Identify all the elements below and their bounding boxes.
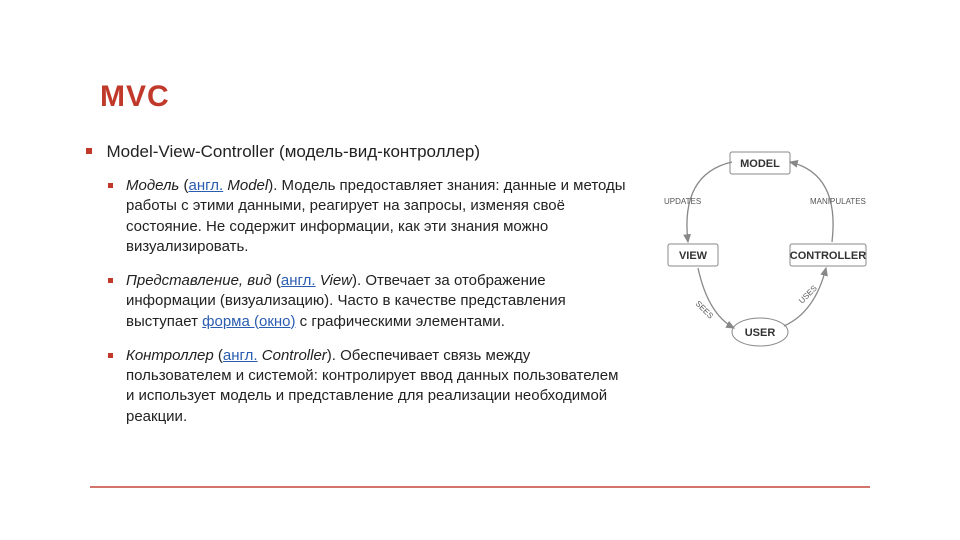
mvc-diagram: MODEL VIEW CONTROLLER USER UPDATES MANIP…: [650, 144, 870, 364]
diagram-model-label: MODEL: [740, 158, 780, 170]
content-row: Model-View-Controller (модель-вид-контро…: [100, 142, 870, 441]
term: Контроллер: [126, 347, 214, 364]
list-item: Контроллер (англ. Controller). Обеспечив…: [126, 346, 630, 427]
edge-updates-label: UPDATES: [664, 197, 701, 206]
eng-term: Model: [227, 177, 268, 194]
slide: MVC Model-View-Controller (модель-вид-ко…: [0, 0, 960, 540]
diagram-column: MODEL VIEW CONTROLLER USER UPDATES MANIP…: [650, 142, 870, 441]
term: Представление, вид: [126, 272, 272, 289]
bullet-icon: [108, 183, 113, 188]
link-english[interactable]: англ.: [223, 347, 258, 364]
slide-title: MVC: [100, 80, 870, 114]
text-column: Model-View-Controller (модель-вид-контро…: [100, 142, 630, 441]
edge-manipulates-label: MANIPULATES: [810, 197, 866, 206]
item-list: Модель (англ. Model). Модель предоставля…: [126, 176, 630, 427]
bullet-icon: [108, 278, 113, 283]
list-item: Модель (англ. Model). Модель предоставля…: [126, 176, 630, 257]
link-english[interactable]: англ.: [189, 177, 224, 194]
edge-sees-label: SEES: [694, 299, 715, 320]
list-item: Представление, вид (англ. View). Отвечае…: [126, 271, 630, 332]
heading-row: Model-View-Controller (модель-вид-контро…: [86, 142, 630, 162]
term: Модель: [126, 177, 179, 194]
eng-term: View: [320, 272, 352, 289]
diagram-view-label: VIEW: [679, 250, 708, 262]
diagram-user-label: USER: [745, 327, 776, 339]
separator-line: [90, 486, 870, 488]
eng-term: Controller: [262, 347, 327, 364]
diagram-controller-label: CONTROLLER: [790, 250, 866, 262]
bullet-icon: [86, 148, 92, 154]
link-form-window[interactable]: форма (окно): [202, 313, 295, 330]
heading: Model-View-Controller (модель-вид-контро…: [106, 142, 480, 161]
link-english[interactable]: англ.: [281, 272, 316, 289]
bullet-icon: [108, 353, 113, 358]
item-text-2: с графическими элементами.: [296, 313, 505, 330]
